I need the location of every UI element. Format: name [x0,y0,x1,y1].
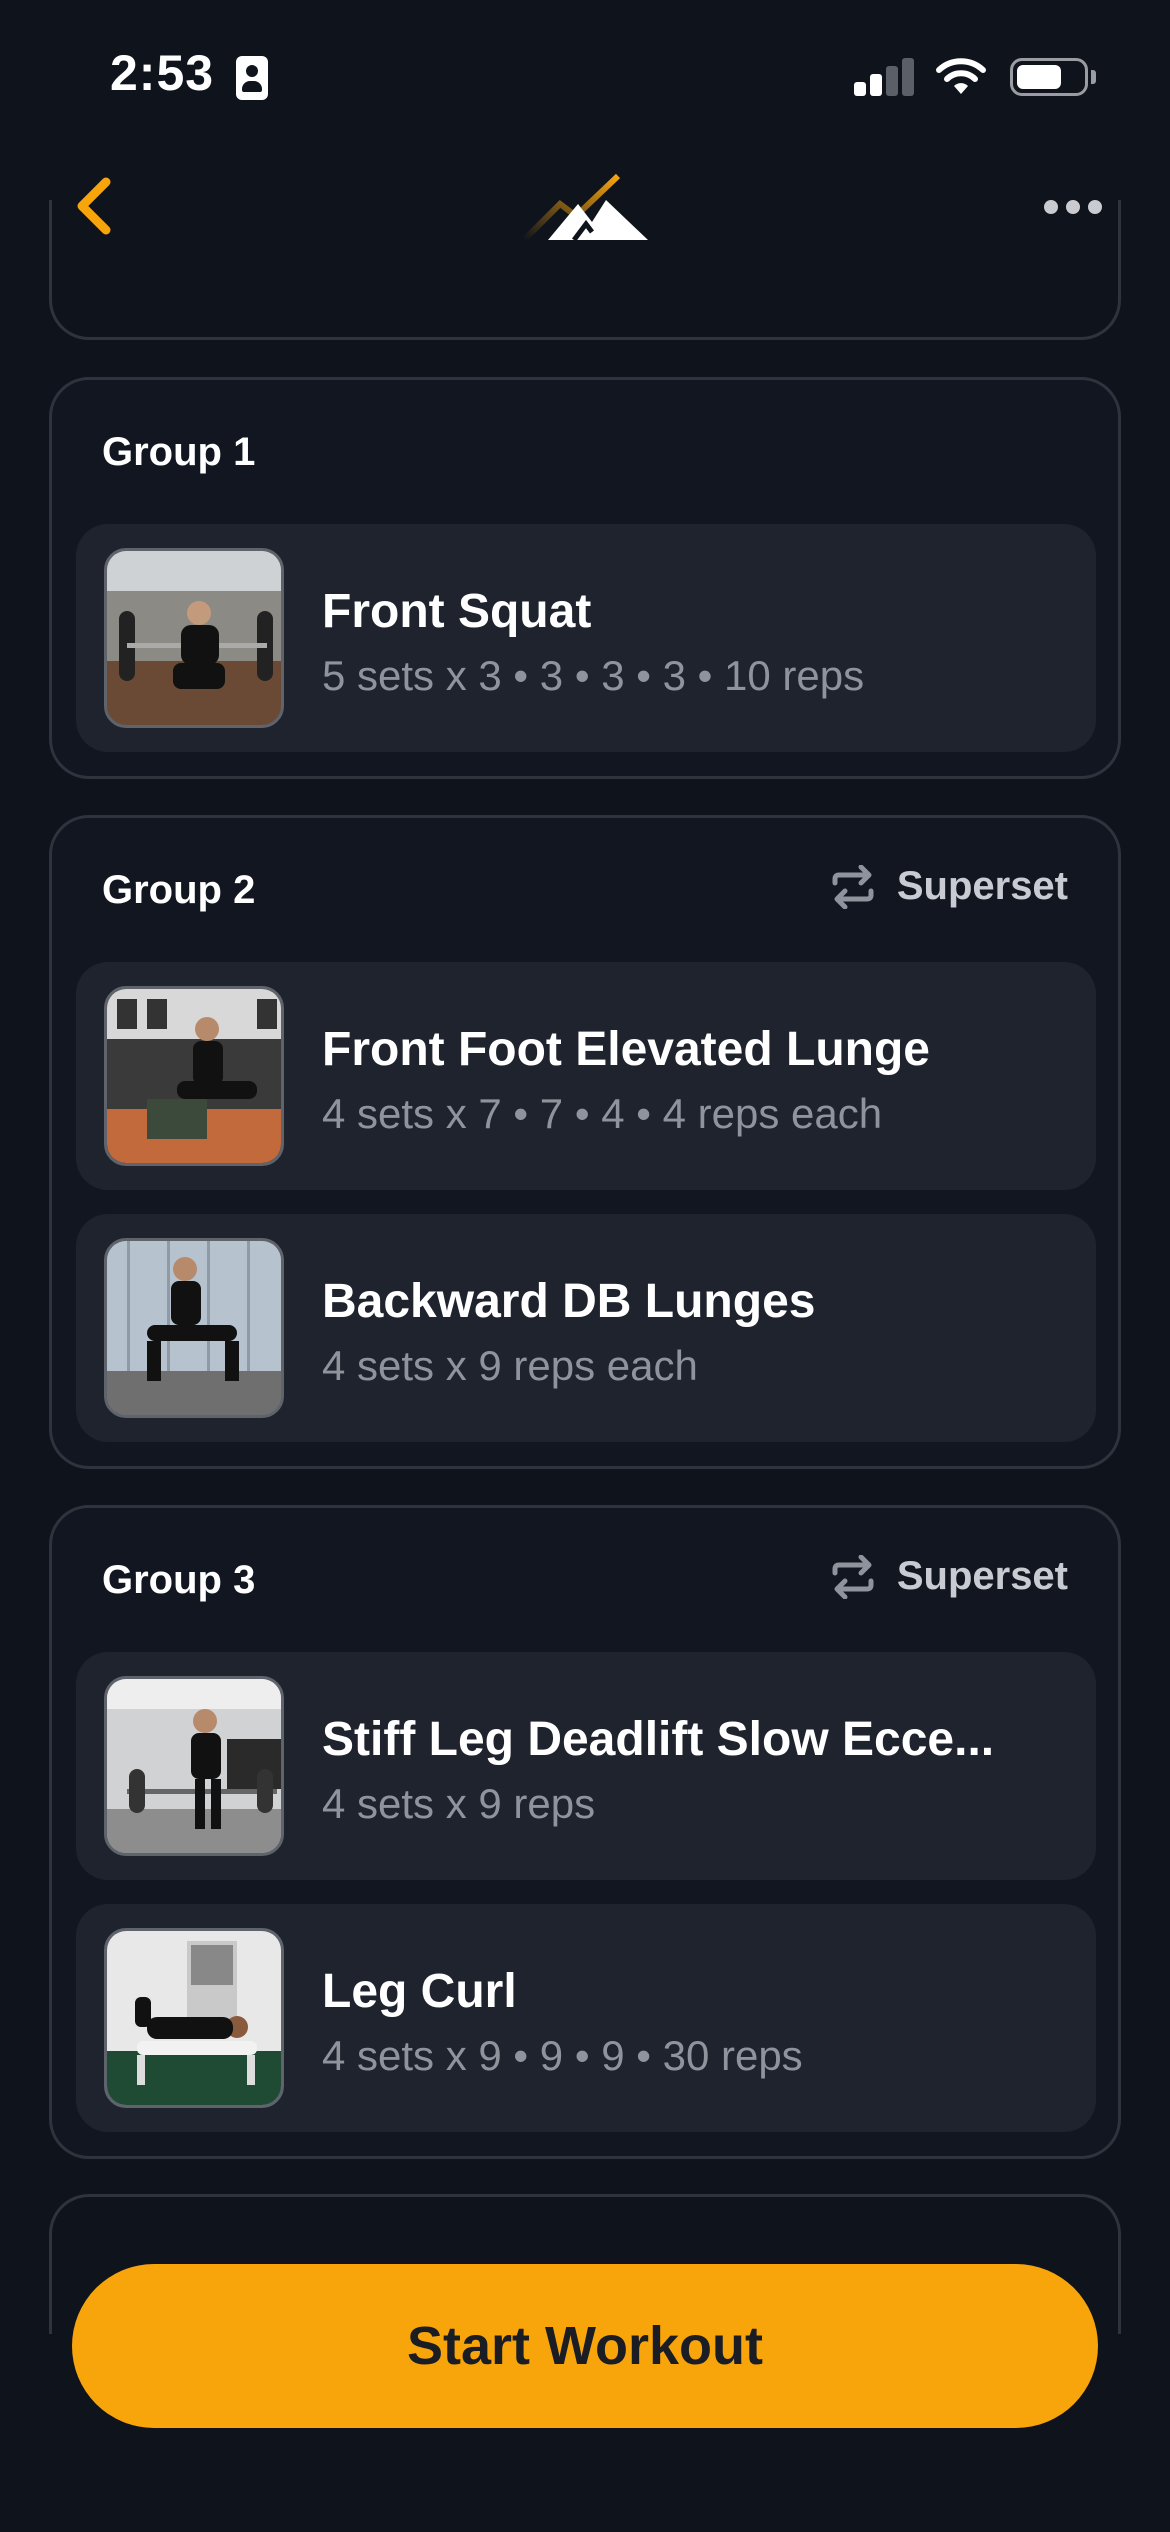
exercise-row[interactable]: Stiff Leg Deadlift Slow Ecce... 4 sets x… [76,1652,1096,1880]
exercise-name: Stiff Leg Deadlift Slow Ecce... [322,1713,995,1766]
group-card: Group 1 Front Squat 5 sets x 3 • 3 • 3 •… [49,377,1121,779]
exercise-detail: 4 sets x 9 reps each [322,1342,698,1389]
exercise-row[interactable]: Front Squat 5 sets x 3 • 3 • 3 • 3 • 10 … [76,524,1096,752]
wifi-icon [936,58,986,94]
cellular-signal-icon [854,56,916,96]
exercise-row[interactable]: Backward DB Lunges 4 sets x 9 reps each [76,1214,1096,1442]
superset-tag: Superset [829,864,1068,909]
exercise-thumbnail [104,1928,284,2108]
exercise-name: Front Squat [322,585,592,638]
exercise-row[interactable]: Leg Curl 4 sets x 9 • 9 • 9 • 30 reps [76,1904,1096,2132]
start-workout-button[interactable]: Start Workout [72,2264,1098,2428]
superset-tag: Superset [829,1554,1068,1599]
group-card: Group 3 Superset Stiff Leg Deadlift Slow… [49,1505,1121,2159]
exercise-row[interactable]: Front Foot Elevated Lunge 4 sets x 7 • 7… [76,962,1096,1190]
group-title: Group 3 [102,1558,256,1602]
repeat-arrows-icon [832,1554,874,1599]
exercise-name: Front Foot Elevated Lunge [322,1023,930,1076]
group-title: Group 2 [102,868,256,912]
contact-card-icon [236,56,268,100]
superset-label: Superset [896,1554,1068,1598]
group-card: Group 2 Superset Front Foot Elevated Lun… [49,815,1121,1469]
exercise-thumbnail [104,1676,284,1856]
repeat-arrows-icon [832,864,874,909]
superset-label: Superset [896,864,1068,908]
status-bar: 2:53 [0,0,1170,150]
exercise-name: Leg Curl [322,1965,517,2018]
exercise-thumbnail [104,1238,284,1418]
exercise-name: Backward DB Lunges [322,1275,816,1328]
status-time: 2:53 [110,45,215,101]
exercise-thumbnail [104,548,284,728]
previous-card [49,200,1121,340]
exercise-detail: 4 sets x 9 • 9 • 9 • 30 reps [322,2032,803,2079]
exercise-detail: 4 sets x 7 • 7 • 4 • 4 reps each [322,1090,883,1137]
exercise-detail: 4 sets x 9 reps [322,1780,596,1827]
exercise-detail: 5 sets x 3 • 3 • 3 • 3 • 10 reps [322,652,865,699]
group-title: Group 1 [102,430,256,474]
exercise-thumbnail [104,986,284,1166]
battery-icon [1010,58,1088,96]
